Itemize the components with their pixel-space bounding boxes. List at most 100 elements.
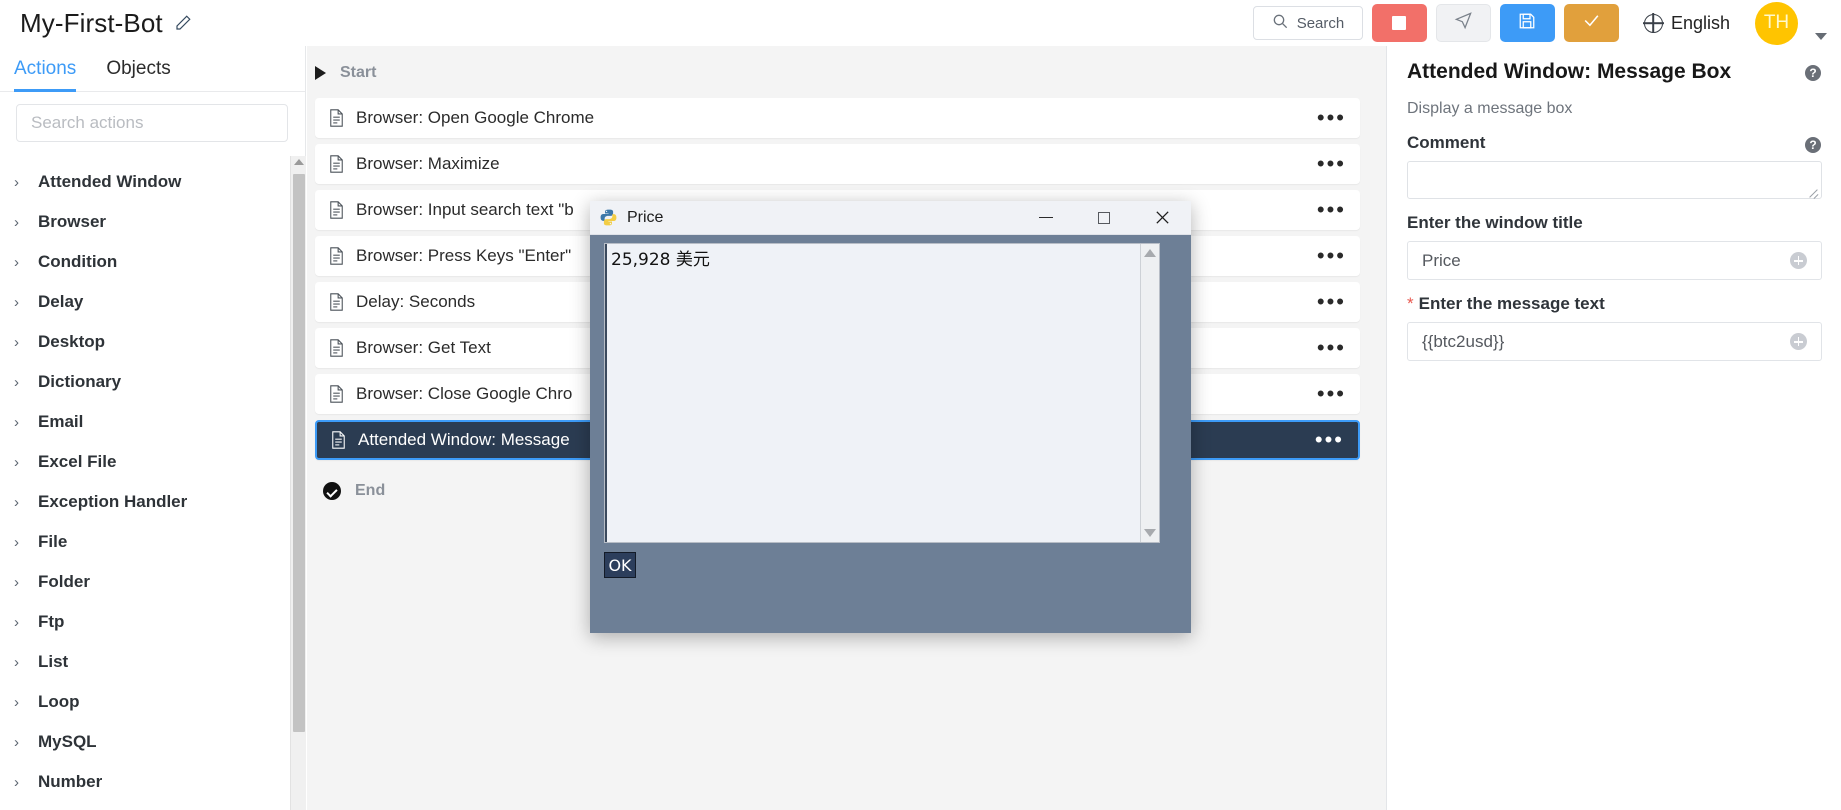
flow-step-menu-button[interactable]: ••• <box>1309 245 1354 267</box>
flow-step-menu-button[interactable]: ••• <box>1307 429 1352 451</box>
dialog-text-area[interactable]: 25,928 美元 <box>604 243 1160 543</box>
sidebar-item-desktop[interactable]: › Desktop <box>0 322 306 362</box>
language-label: English <box>1670 12 1730 33</box>
sidebar-item-label: Ftp <box>38 612 65 631</box>
search-actions-input[interactable] <box>16 104 288 142</box>
sidebar-item-ftp[interactable]: › Ftp <box>0 602 306 642</box>
flow-step-menu-button[interactable]: ••• <box>1309 153 1354 175</box>
plus-circle-icon[interactable] <box>1790 252 1807 269</box>
sidebar-item-label: Condition <box>38 252 118 271</box>
maximize-icon[interactable] <box>1075 201 1133 234</box>
sidebar-item-browser[interactable]: › Browser <box>0 202 306 242</box>
window-title-value: Price <box>1422 250 1461 270</box>
flow-step-menu-button[interactable]: ••• <box>1309 199 1354 221</box>
chevron-down-icon[interactable] <box>1815 32 1827 40</box>
sidebar-item-dictionary[interactable]: › Dictionary <box>0 362 306 402</box>
send-arrow-icon <box>1454 11 1473 35</box>
scroll-up-arrow-icon[interactable] <box>1144 249 1156 257</box>
chevron-right-icon: › <box>14 533 19 551</box>
message-text-input[interactable]: {{btc2usd}} <box>1407 322 1822 361</box>
sidebar-item-mysql[interactable]: › MySQL <box>0 722 306 762</box>
sidebar-item-list[interactable]: › List <box>0 642 306 682</box>
message-box-dialog: Price 25,928 美元 OK <box>590 201 1191 633</box>
resize-grip-icon[interactable] <box>1807 185 1819 197</box>
flow-end-label: End <box>355 482 386 499</box>
sidebar-item-folder[interactable]: › Folder <box>0 562 306 602</box>
actions-sidebar: Actions Objects › Attended Window › Browser… <box>0 46 306 810</box>
search-button[interactable]: Search <box>1252 6 1363 40</box>
sidebar-item-number[interactable]: › Number <box>0 762 306 802</box>
close-icon[interactable] <box>1133 201 1191 234</box>
tab-objects[interactable]: Objects <box>106 46 170 91</box>
sidebar-item-exception-handler[interactable]: › Exception Handler <box>0 482 306 522</box>
dialog-scrollbar[interactable] <box>1140 244 1159 542</box>
scrollbar-thumb[interactable] <box>293 174 305 732</box>
sidebar-item-file[interactable]: › File <box>0 522 306 562</box>
sidebar-item-email[interactable]: › Email <box>0 402 306 442</box>
ok-button[interactable]: OK <box>604 552 636 578</box>
flow-step-menu-button[interactable]: ••• <box>1309 337 1354 359</box>
language-selector[interactable]: English <box>1643 12 1730 34</box>
sidebar-scrollbar[interactable] <box>290 156 306 810</box>
globe-icon <box>1643 13 1663 33</box>
scroll-down-arrow-icon[interactable] <box>1144 529 1156 537</box>
save-button[interactable] <box>1499 4 1555 42</box>
document-icon <box>331 431 346 449</box>
dialog-titlebar[interactable]: Price <box>590 201 1191 235</box>
checkmark-icon <box>1582 11 1601 35</box>
flow-step-menu-button[interactable]: ••• <box>1309 383 1354 405</box>
flow-step[interactable]: Browser: Open Google Chrome ••• <box>315 98 1360 138</box>
flow-step-label: Attended Window: Message <box>358 430 570 449</box>
window-title-input[interactable]: Price <box>1407 241 1822 280</box>
document-icon <box>329 109 344 127</box>
sidebar-item-loop[interactable]: › Loop <box>0 682 306 722</box>
sidebar-item-label: Loop <box>38 692 80 711</box>
sidebar-item-label: Delay <box>38 292 84 311</box>
comment-label-row: Comment ? <box>1407 132 1821 153</box>
pencil-icon[interactable] <box>173 13 193 33</box>
sidebar-item-label: Desktop <box>38 332 106 351</box>
sidebar-item-condition[interactable]: › Condition <box>0 242 306 282</box>
chevron-right-icon: › <box>14 613 19 631</box>
sidebar-item-label: File <box>38 532 68 551</box>
chevron-right-icon: › <box>14 213 19 231</box>
scroll-up-arrow-icon[interactable] <box>293 159 304 165</box>
document-icon <box>329 385 344 403</box>
flow-step-label: Browser: Input search text "b <box>356 200 574 219</box>
sidebar-item-label: Folder <box>38 572 90 591</box>
sidebar-item-label: MySQL <box>38 732 97 751</box>
dialog-window-controls <box>1017 201 1191 234</box>
comment-textarea[interactable] <box>1407 161 1822 199</box>
sidebar-item-label: Number <box>38 772 103 791</box>
properties-title-row: Attended Window: Message Box ? <box>1407 60 1821 84</box>
avatar-initials: TH <box>1763 12 1790 33</box>
flow-step-label: Delay: Seconds <box>356 292 476 311</box>
chevron-right-icon: › <box>14 453 19 471</box>
chevron-right-icon: › <box>14 253 19 271</box>
window-title-label-row: Enter the window title <box>1407 213 1821 233</box>
sidebar-item-label: Browser <box>38 212 107 231</box>
page-title: My-First-Bot <box>20 8 163 38</box>
sidebar-item-excel-file[interactable]: › Excel File <box>0 442 306 482</box>
message-text-label: Enter the message text <box>1418 294 1605 313</box>
sidebar-item-attended-window[interactable]: › Attended Window <box>0 162 306 202</box>
minimize-icon[interactable] <box>1017 201 1075 234</box>
flow-step[interactable]: Browser: Maximize ••• <box>315 144 1360 184</box>
flow-step-menu-button[interactable]: ••• <box>1309 107 1354 129</box>
comment-help-circle-icon[interactable]: ? <box>1805 137 1821 153</box>
top-toolbar: My-First-Bot Search English TH <box>0 0 1841 46</box>
message-plus-circle-icon[interactable] <box>1790 333 1807 350</box>
document-icon <box>329 339 344 357</box>
stop-button[interactable] <box>1371 4 1427 42</box>
sidebar-item-delay[interactable]: › Delay <box>0 282 306 322</box>
document-icon <box>329 247 344 265</box>
check-button[interactable] <box>1563 4 1619 42</box>
chevron-right-icon: › <box>14 493 19 511</box>
flow-step-menu-button[interactable]: ••• <box>1309 291 1354 313</box>
avatar[interactable]: TH <box>1755 1 1798 45</box>
help-circle-icon[interactable]: ? <box>1805 65 1821 81</box>
tab-actions[interactable]: Actions <box>14 46 77 92</box>
sidebar-item-label: Exception Handler <box>38 492 188 511</box>
properties-subtitle: Display a message box <box>1407 100 1573 117</box>
run-button[interactable] <box>1435 4 1491 42</box>
